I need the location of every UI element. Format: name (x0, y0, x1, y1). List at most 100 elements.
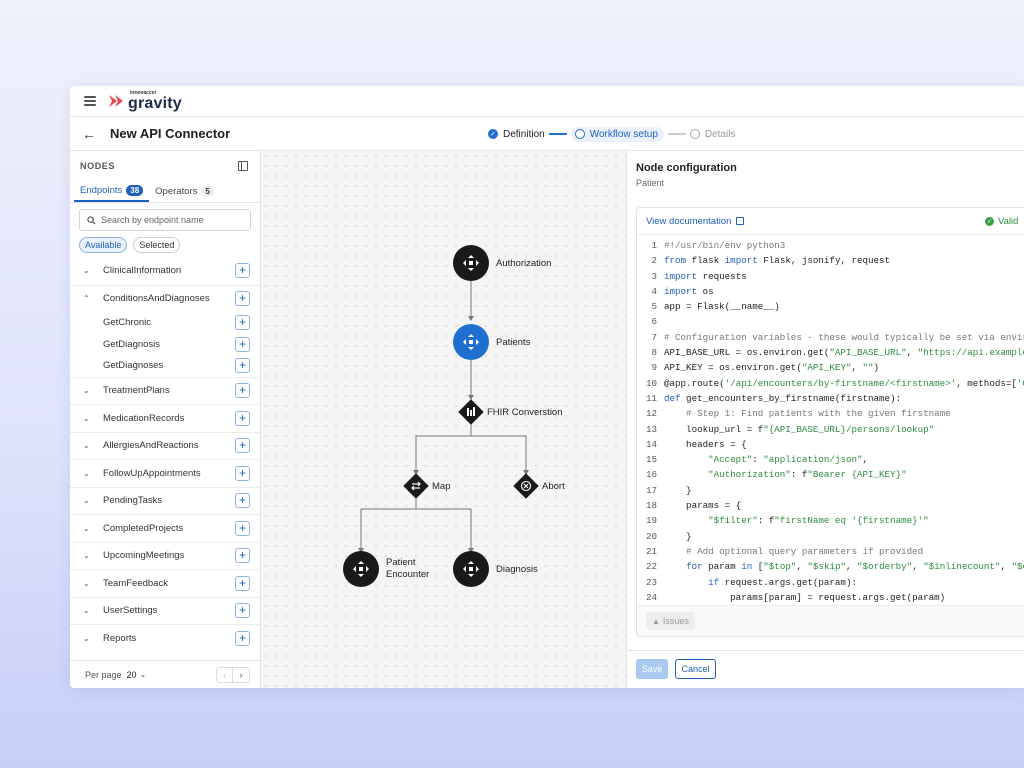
add-endpoint-button[interactable]: + (235, 358, 250, 374)
chevron-down-icon[interactable]: ⌄ (83, 386, 91, 395)
chip-selected[interactable]: Selected (133, 237, 181, 253)
node-group-label: UserSettings (103, 605, 158, 617)
add-node-button[interactable]: + (235, 465, 250, 481)
code-line: 9 API_KEY = os.environ.get("API_KEY", "") (637, 362, 1024, 377)
add-node-button[interactable]: + (235, 438, 250, 454)
menu-icon[interactable] (84, 96, 96, 106)
endpoint-item[interactable]: GetDiagnoses + (70, 355, 260, 377)
add-node-button[interactable]: + (235, 493, 250, 509)
node-patient-encounter[interactable] (343, 551, 379, 587)
chevron-down-icon[interactable]: ⌄ (83, 469, 91, 478)
node-group-label: AllergiesAndReactions (103, 440, 199, 452)
workflow-graph (343, 245, 539, 587)
save-button[interactable]: Save (636, 659, 668, 679)
step-workflow-setup[interactable]: Workflow setup (570, 126, 664, 142)
line-number: 7 (651, 331, 657, 343)
issues-button[interactable]: ▲ Issues (646, 612, 695, 630)
node-patients[interactable] (453, 324, 489, 360)
chevron-down-icon[interactable]: ⌄ (83, 634, 91, 643)
link-label: View documentation (646, 215, 732, 227)
page-title: New API Connector (110, 126, 231, 141)
node-authorization[interactable] (453, 245, 489, 281)
add-endpoint-button[interactable]: + (235, 315, 250, 331)
node-group[interactable]: ⌄ ClinicalInformation + (70, 257, 260, 285)
back-arrow-icon[interactable]: ← (82, 126, 96, 142)
node-group[interactable]: ⌄ PendingTasks + (70, 486, 260, 515)
chevron-down-icon[interactable]: ⌄ (83, 414, 91, 423)
chevron-down-icon[interactable]: ⌄ (83, 441, 91, 450)
add-node-button[interactable]: + (235, 263, 250, 279)
chevron-down-icon[interactable]: ⌄ (140, 670, 147, 679)
prev-page-icon[interactable]: ‹ (216, 666, 233, 683)
editor-header: View documentation ✓ Valid (637, 208, 1024, 235)
endpoint-item[interactable]: GetChronic + (70, 312, 260, 334)
code-editor[interactable]: 1 #!/usr/bin/env python3 2 from flask impor… (637, 240, 1024, 607)
brand-logo[interactable]: innovaccer gravity (108, 90, 182, 112)
add-node-button[interactable]: + (235, 520, 250, 536)
step-details[interactable]: Details (689, 129, 735, 140)
chevron-down-icon[interactable]: ⌄ (83, 579, 91, 588)
node-group[interactable]: ⌄ FollowUpAppointments + (70, 459, 260, 487)
code-line: 21 # Add optional query parameters if pr… (637, 546, 1024, 561)
chevron-down-icon[interactable]: ⌄ (83, 606, 91, 615)
chevron-down-icon[interactable]: ⌄ (83, 266, 91, 275)
endpoint-item[interactable]: GetDiagnosis + (70, 334, 260, 356)
code-line: 22 for param in ["$top", "$skip", "$orde… (637, 561, 1024, 576)
chevron-down-icon[interactable]: ⌄ (83, 524, 91, 533)
search-input[interactable] (101, 215, 241, 225)
circle-icon (689, 129, 700, 139)
code-line: 12 # Step 1: Find patients with the give… (637, 408, 1024, 423)
tab-operators[interactable]: Operators 5 (149, 181, 220, 202)
step-definition[interactable]: ✓ Definition (488, 129, 545, 140)
code-editor-card: View documentation ✓ Valid 1 #!/usr/bin/e… (636, 207, 1024, 637)
node-diagnosis[interactable] (453, 551, 489, 587)
add-endpoint-button[interactable]: + (235, 336, 250, 352)
tab-endpoints[interactable]: Endpoints 38 (74, 181, 150, 202)
node-group[interactable]: ⌄ TreatmentPlans + (70, 376, 260, 405)
code-text: headers = { (664, 438, 747, 450)
node-abort[interactable] (513, 473, 539, 499)
step-connector (548, 133, 567, 135)
add-node-button[interactable]: + (235, 383, 250, 399)
count-badge: 38 (126, 185, 144, 196)
chip-available[interactable]: Available (79, 237, 128, 253)
workflow-canvas[interactable]: Authorization Patients FHIR Converstion … (261, 151, 627, 688)
node-group[interactable]: ⌄ MedicationRecords + (70, 404, 260, 432)
chevron-down-icon[interactable]: ⌄ (83, 551, 91, 560)
node-group[interactable]: ⌄ TeamFeedback + (70, 569, 260, 597)
line-number: 20 (645, 530, 657, 542)
add-node-button[interactable]: + (235, 291, 250, 307)
code-text: lookup_url = f"{API_BASE_URL}/persons/lo… (664, 423, 935, 435)
node-group[interactable]: ⌄ Reports + (70, 624, 260, 652)
node-group[interactable]: ⌄ UserSettings + (70, 596, 260, 625)
next-page-icon[interactable]: › (233, 666, 250, 683)
add-node-button[interactable]: + (235, 603, 250, 619)
add-node-button[interactable]: + (235, 630, 250, 646)
config-footer: Save Cancel (627, 650, 1024, 688)
node-group[interactable]: ⌄ UpcomingMeetings + (70, 541, 260, 570)
view-documentation-link[interactable]: View documentation (646, 215, 745, 227)
add-node-button[interactable]: + (235, 548, 250, 564)
code-text: # Add optional query parameters if provi… (664, 545, 924, 557)
node-group[interactable]: ⌄ AllergiesAndReactions + (70, 431, 260, 460)
node-list: ⌄ ClinicalInformation + ⌃ ConditionsAndDiagn… (70, 257, 260, 660)
tab-label: Operators (155, 186, 198, 197)
add-node-button[interactable]: + (235, 575, 250, 591)
chevron-up-icon[interactable]: ⌃ (83, 294, 91, 303)
code-text: @app.route('/api/encounters/by-firstname… (664, 377, 1024, 389)
code-line: 7 # Configuration variables - these would… (637, 332, 1024, 347)
node-fhir-conversion[interactable] (458, 399, 484, 425)
per-page-select[interactable]: 20 (127, 670, 137, 680)
code-line: 5 app = Flask(__name__) (637, 301, 1024, 316)
cancel-button[interactable]: Cancel (675, 659, 716, 679)
node-group[interactable]: ⌄ CompletedProjects + (70, 514, 260, 542)
arrowhead (468, 316, 474, 321)
code-line: 13 lookup_url = f"{API_BASE_URL}/persons… (637, 424, 1024, 439)
chevron-down-icon[interactable]: ⌄ (83, 496, 91, 505)
node-group[interactable]: ⌃ ConditionsAndDiagnoses + (70, 284, 260, 313)
add-node-button[interactable]: + (235, 410, 250, 426)
nodes-sidebar: NODES Endpoints 38 Operators 5 Search by… (70, 151, 261, 688)
node-map[interactable] (403, 473, 429, 499)
code-text: } (664, 530, 692, 542)
collapse-panel-icon[interactable] (238, 161, 248, 171)
